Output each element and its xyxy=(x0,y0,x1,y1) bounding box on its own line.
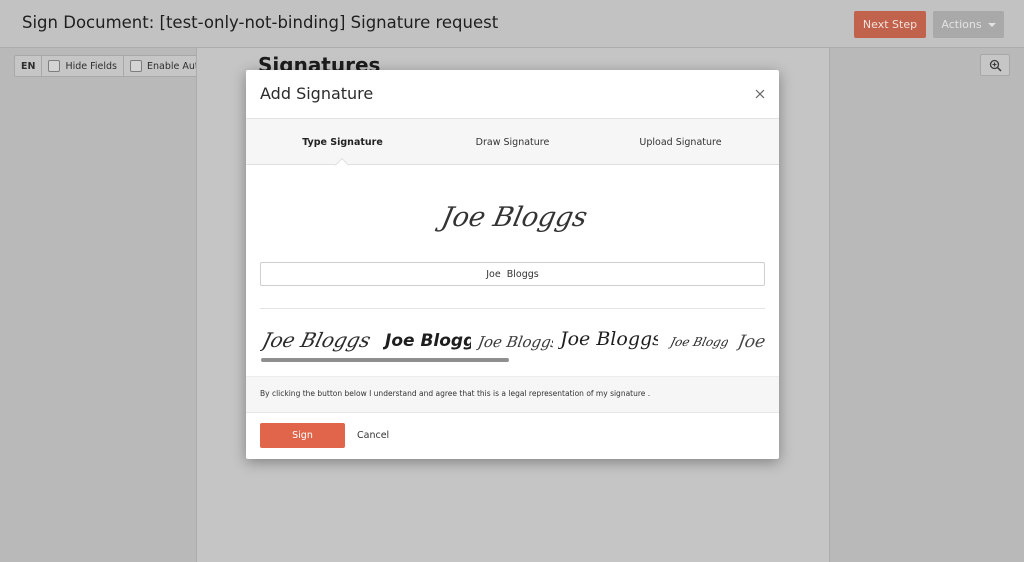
signature-style-option[interactable]: Joe Bloggs xyxy=(558,320,658,358)
add-signature-modal: Add Signature Type Signature Draw Signat… xyxy=(246,70,779,459)
signature-style-option[interactable]: Joe xyxy=(736,320,765,358)
zoom-in-button[interactable] xyxy=(980,54,1010,76)
actions-dropdown-button[interactable]: Actions xyxy=(933,11,1004,38)
signature-style-options: Joe Bloggs Joe Bloggs Joe Bloggs Joe Blo… xyxy=(260,320,765,362)
hide-fields-label: Hide Fields xyxy=(65,60,118,72)
actions-label: Actions xyxy=(941,18,982,31)
modal-header: Add Signature xyxy=(246,70,779,119)
top-bar: Sign Document: [test-only-not-binding] S… xyxy=(0,0,1024,48)
tab-upload-signature[interactable]: Upload Signature xyxy=(592,119,769,165)
hide-fields-checkbox[interactable] xyxy=(48,60,61,72)
zoom-in-icon xyxy=(989,59,1002,72)
signature-style-text: Joe Bloggs xyxy=(383,331,471,351)
signature-style-text: Joe Bloggs xyxy=(558,328,658,350)
hide-fields-toggle[interactable]: Hide Fields xyxy=(42,56,125,76)
signature-style-text: Joe Bloggs xyxy=(476,333,553,351)
cancel-button[interactable]: Cancel xyxy=(357,423,389,448)
divider xyxy=(260,308,765,309)
modal-title: Add Signature xyxy=(260,84,374,103)
signature-style-option[interactable]: Joe Bloggs xyxy=(260,320,375,358)
signature-preview: Joe Bloggs xyxy=(246,182,779,250)
legal-notice: By clicking the button below I understan… xyxy=(246,376,779,413)
signature-style-option[interactable]: Joe Bloggs xyxy=(476,320,553,358)
signature-style-text: Joe Bloggs xyxy=(260,328,373,352)
close-button[interactable] xyxy=(752,86,768,102)
signature-tabs: Type Signature Draw Signature Upload Sig… xyxy=(246,119,779,165)
sign-button[interactable]: Sign xyxy=(260,423,345,448)
legal-notice-text: By clicking the button below I understan… xyxy=(260,389,651,398)
next-step-button[interactable]: Next Step xyxy=(854,11,926,38)
signature-style-option[interactable]: Joe Bloggs xyxy=(383,320,471,358)
signature-style-text: Joe xyxy=(736,332,765,352)
caret-down-icon xyxy=(987,22,996,27)
autoscroll-checkbox[interactable] xyxy=(130,60,143,72)
signature-name-input[interactable] xyxy=(260,262,765,286)
signature-preview-text: Joe Bloggs xyxy=(433,202,589,233)
signature-style-text: Joe Bloggs xyxy=(668,335,728,349)
signature-style-option[interactable]: Joe Bloggs xyxy=(668,320,728,358)
style-options-scrollbar[interactable] xyxy=(261,358,509,362)
language-selector[interactable]: EN xyxy=(15,56,43,76)
page-title: Sign Document: [test-only-not-binding] S… xyxy=(22,13,499,32)
close-icon xyxy=(755,89,765,99)
tab-draw-signature[interactable]: Draw Signature xyxy=(424,119,601,165)
